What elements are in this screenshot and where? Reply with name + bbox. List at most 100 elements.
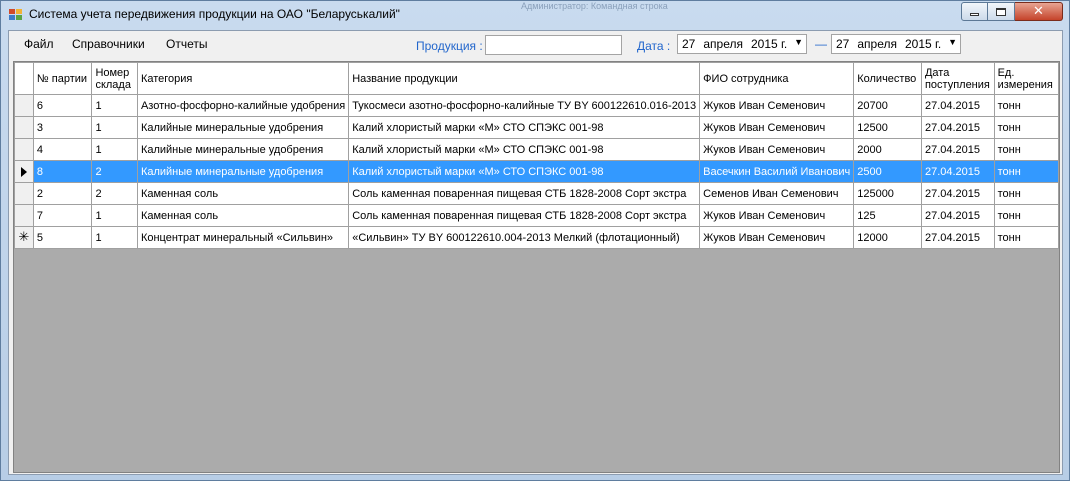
row-header[interactable] [14, 94, 34, 117]
column-header[interactable]: Дата поступления [920, 62, 995, 95]
column-header[interactable]: ФИО сотрудника [699, 62, 855, 95]
column-header[interactable]: Категория [136, 62, 350, 95]
table-cell[interactable]: 4 [32, 138, 93, 161]
table-cell[interactable]: 27.04.2015 [920, 204, 995, 227]
table-cell[interactable]: Калий хлористый марки «М» СТО СПЭКС 001-… [348, 116, 701, 139]
menu-file[interactable]: Файл [24, 37, 54, 51]
table-cell[interactable]: Жуков Иван Семенович [699, 138, 855, 161]
date-from-picker[interactable]: 27 апреля 2015 г. ▼ [677, 34, 807, 54]
table-cell[interactable]: 12000 [853, 226, 922, 249]
table-cell[interactable]: 3 [32, 116, 93, 139]
table-row[interactable]: 7 1 Каменная соль Соль каменная поваренная … [14, 204, 1060, 227]
corner-header[interactable] [14, 62, 34, 95]
table-cell[interactable]: Жуков Иван Семенович [699, 116, 855, 139]
table-cell[interactable]: 125 [853, 204, 922, 227]
table-cell[interactable]: 20700 [853, 94, 922, 117]
title-bar[interactable]: Система учета передвижения продукции на … [1, 1, 1069, 31]
table-cell[interactable]: Калий хлористый марки «М» СТО СПЭКС 001-… [348, 160, 701, 183]
chevron-down-icon[interactable]: ▼ [794, 37, 803, 47]
product-filter-label: Продукция : [416, 39, 483, 53]
table-cell[interactable]: 1 [91, 204, 138, 227]
column-header[interactable]: Название продукции [348, 62, 701, 95]
table-cell[interactable]: Соль каменная поваренная пищевая СТБ 182… [348, 204, 701, 227]
table-cell[interactable]: 27.04.2015 [920, 116, 995, 139]
new-row-icon: ✳ [18, 230, 30, 245]
table-cell[interactable]: 27.04.2015 [920, 94, 995, 117]
menu-references[interactable]: Справочники [72, 37, 145, 51]
table-cell[interactable]: Концентрат минеральный «Сильвин» [136, 226, 350, 249]
table-cell[interactable]: Васечкин Василий Иванович [699, 160, 855, 183]
table-cell[interactable]: 27.04.2015 [920, 160, 995, 183]
table-cell[interactable]: тонн [993, 138, 1060, 161]
menu-reports[interactable]: Отчеты [166, 37, 207, 51]
table-cell[interactable]: 27.04.2015 [920, 138, 995, 161]
row-header[interactable] [14, 204, 34, 227]
table-cell[interactable]: 8 [32, 160, 93, 183]
row-header[interactable] [14, 138, 34, 161]
table-cell[interactable]: Калий хлористый марки «М» СТО СПЭКС 001-… [348, 138, 701, 161]
current-row-pointer-icon [20, 166, 27, 177]
table-cell[interactable]: Жуков Иван Семенович [699, 94, 855, 117]
table-cell[interactable]: 5 [32, 226, 93, 249]
table-row[interactable]: 6 1 Азотно-фосфорно-калийные удобрения Туко… [14, 94, 1060, 117]
data-grid-area[interactable]: № партии Номер склада Категория Название… [13, 61, 1060, 473]
table-cell[interactable]: 7 [32, 204, 93, 227]
column-header[interactable]: Ед. измерения [993, 62, 1060, 95]
table-cell[interactable]: тонн [993, 226, 1060, 249]
table-cell[interactable]: 1 [91, 138, 138, 161]
table-cell[interactable]: Каменная соль [136, 182, 350, 205]
table-cell[interactable]: 27.04.2015 [920, 226, 995, 249]
table-cell[interactable]: тонн [993, 94, 1060, 117]
table-cell[interactable]: 1 [91, 94, 138, 117]
maximize-button[interactable] [988, 2, 1015, 21]
table-cell[interactable]: Жуков Иван Семенович [699, 226, 855, 249]
table-cell[interactable]: тонн [993, 116, 1060, 139]
table-cell[interactable]: 125000 [853, 182, 922, 205]
table-row[interactable]: 8 2 Калийные минеральные удобрения Калий хл… [14, 160, 1060, 183]
table-cell[interactable]: Семенов Иван Семенович [699, 182, 855, 205]
table-cell[interactable]: 2 [91, 182, 138, 205]
table-cell[interactable]: Азотно-фосфорно-калийные удобрения [136, 94, 350, 117]
table-row[interactable]: 2 2 Каменная соль Соль каменная поваренная … [14, 182, 1060, 205]
column-header[interactable]: № партии [32, 62, 93, 95]
date-to-picker[interactable]: 27 апреля 2015 г. ▼ [831, 34, 961, 54]
window-title: Система учета передвижения продукции на … [29, 7, 400, 21]
background-window-title: Администратор: Командная строка [521, 1, 668, 11]
table-cell[interactable]: Калийные минеральные удобрения [136, 160, 350, 183]
table-row[interactable]: 4 1 Калийные минеральные удобрения Калий хл… [14, 138, 1060, 161]
row-header[interactable] [14, 160, 34, 183]
table-cell[interactable]: Тукосмеси азотно-фосфорно-калийные ТУ BY… [348, 94, 701, 117]
table-cell[interactable]: «Сильвин» ТУ BY 600122610.004-2013 Мелки… [348, 226, 701, 249]
table-cell[interactable]: 27.04.2015 [920, 182, 995, 205]
data-grid: № партии Номер склада Категория Название… [14, 62, 1060, 249]
table-cell[interactable]: 1 [91, 226, 138, 249]
minimize-button[interactable] [961, 2, 988, 21]
table-cell[interactable]: Калийные минеральные удобрения [136, 116, 350, 139]
table-cell[interactable]: тонн [993, 160, 1060, 183]
table-cell[interactable]: 2 [91, 160, 138, 183]
table-row[interactable]: 3 1 Калийные минеральные удобрения Калий хл… [14, 116, 1060, 139]
product-filter-input[interactable] [485, 35, 622, 55]
table-cell[interactable]: Жуков Иван Семенович [699, 204, 855, 227]
table-cell[interactable]: 2500 [853, 160, 922, 183]
column-header[interactable]: Номер склада [91, 62, 138, 95]
column-header[interactable]: Количество [853, 62, 922, 95]
row-header[interactable]: ✳ [14, 226, 34, 249]
table-cell[interactable]: Соль каменная поваренная пищевая СТБ 182… [348, 182, 701, 205]
row-header[interactable] [14, 182, 34, 205]
table-cell[interactable]: 2 [32, 182, 93, 205]
table-cell[interactable]: 2000 [853, 138, 922, 161]
table-cell[interactable]: Каменная соль [136, 204, 350, 227]
table-cell[interactable]: 1 [91, 116, 138, 139]
minimize-icon [970, 13, 979, 16]
table-cell[interactable]: 6 [32, 94, 93, 117]
chevron-down-icon[interactable]: ▼ [948, 37, 957, 47]
close-button[interactable]: ✕ [1015, 2, 1063, 21]
row-header[interactable] [14, 116, 34, 139]
table-cell[interactable]: Калийные минеральные удобрения [136, 138, 350, 161]
table-cell[interactable]: тонн [993, 204, 1060, 227]
table-row[interactable]: ✳ 5 1 Концентрат минеральный «Сильвин» «Силь… [14, 226, 1060, 249]
table-cell[interactable]: 12500 [853, 116, 922, 139]
date-to-day: 27 [836, 37, 850, 51]
table-cell[interactable]: тонн [993, 182, 1060, 205]
